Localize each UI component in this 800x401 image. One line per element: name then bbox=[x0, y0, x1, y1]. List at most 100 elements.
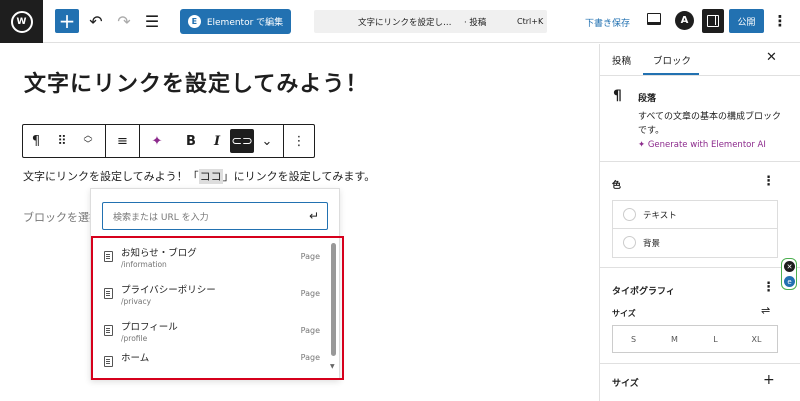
paragraph-text-after: 」にリンクを設定してみます。 bbox=[222, 170, 376, 183]
more-formats-chevron-icon[interactable]: ⌄ bbox=[254, 127, 280, 155]
suggestion-type: Page bbox=[300, 289, 320, 298]
typography-title: タイポグラフィ bbox=[612, 287, 675, 297]
paragraph-icon[interactable]: ¶ bbox=[23, 127, 49, 155]
suggestion-item[interactable]: プロフィール /profile Page bbox=[98, 314, 320, 348]
color-options-icon[interactable]: ⋮ bbox=[762, 174, 775, 189]
block-name: 段落 bbox=[638, 94, 657, 104]
color-title: 色 bbox=[612, 181, 622, 191]
paragraph-block[interactable]: 文字にリンクを設定してみよう！「ココ」にリンクを設定してみます。 bbox=[23, 168, 375, 184]
dimensions-title: サイズ bbox=[612, 379, 639, 389]
block-description: すべての文章の基本の構成ブロックです。 bbox=[638, 112, 782, 136]
save-draft-button[interactable]: 下書き保存 bbox=[585, 16, 630, 29]
suggestion-path: /information bbox=[121, 260, 167, 269]
generate-ai-link[interactable]: ✦ Generate with Elementor AI bbox=[638, 140, 766, 150]
block-options-icon[interactable]: ⋮ bbox=[286, 127, 312, 155]
align-group: ≡ bbox=[106, 125, 140, 157]
floating-widget: ✕ e bbox=[781, 258, 797, 290]
typography-options-icon[interactable]: ⋮ bbox=[762, 280, 775, 295]
suggestion-type: Page bbox=[300, 252, 320, 261]
suggestion-path: /privacy bbox=[121, 297, 152, 306]
size-option[interactable]: M bbox=[654, 326, 695, 352]
link-icon[interactable]: ⊂⊃ bbox=[230, 129, 254, 153]
widget-logo-icon[interactable]: e bbox=[784, 276, 795, 287]
scroll-down-icon[interactable]: ▼ bbox=[330, 363, 335, 370]
bold-icon[interactable]: B bbox=[178, 127, 204, 155]
add-block-button[interactable]: + bbox=[55, 9, 79, 33]
publish-button[interactable]: 公開 bbox=[729, 9, 764, 33]
astra-icon[interactable]: A bbox=[675, 11, 694, 30]
ai-sparkle-icon[interactable]: ✦ bbox=[144, 127, 170, 155]
block-toolbar: ¶ ⠿ ︿ ﹀ ≡ ✦ B I ⊂⊃ ⌄ ⋮ bbox=[22, 124, 315, 158]
paragraph-text-before: 文字にリンクを設定してみよう！「 bbox=[23, 170, 199, 183]
color-text-row[interactable]: テキスト bbox=[613, 201, 777, 229]
generate-ai-label: Generate with Elementor AI bbox=[647, 140, 766, 150]
close-icon[interactable]: ✕ bbox=[766, 50, 777, 65]
typography-panel: タイポグラフィ ⋮ サイズ ⇌ S M L XL bbox=[600, 268, 800, 364]
document-type: · 投稿 bbox=[464, 17, 487, 28]
align-icon[interactable]: ≡ bbox=[110, 127, 136, 155]
color-background-row[interactable]: 背景 bbox=[613, 229, 777, 257]
page-icon bbox=[104, 325, 113, 336]
preview-icon[interactable] bbox=[647, 13, 661, 25]
size-option[interactable]: L bbox=[695, 326, 736, 352]
suggestion-title: プロフィール bbox=[121, 322, 178, 333]
link-search-input[interactable]: 検索または URL を入力 ↵ bbox=[102, 202, 328, 230]
page-icon bbox=[104, 288, 113, 299]
color-label: テキスト bbox=[643, 211, 677, 221]
format-group: ✦ B I ⊂⊃ ⌄ bbox=[140, 125, 284, 157]
color-settings-box: テキスト 背景 bbox=[612, 200, 778, 258]
site-logo-button[interactable]: W bbox=[0, 0, 43, 43]
wordpress-icon: W bbox=[10, 10, 33, 33]
list-view-icon[interactable]: ☰ bbox=[140, 9, 164, 33]
elementor-label: Elementor で編集 bbox=[206, 18, 284, 28]
settings-sidebar: 投稿 ブロック ✕ ¶ 段落 すべての文章の基本の構成ブロックです。 ✦ Gen… bbox=[599, 44, 800, 401]
elementor-icon: E bbox=[187, 15, 201, 28]
link-search-placeholder: 検索または URL を入力 bbox=[113, 212, 209, 223]
size-option[interactable]: XL bbox=[736, 326, 777, 352]
settings-panel-icon[interactable] bbox=[702, 9, 724, 33]
undo-icon[interactable]: ↶ bbox=[84, 9, 108, 33]
suggestion-type: Page bbox=[300, 326, 320, 335]
close-widget-icon[interactable]: ✕ bbox=[784, 261, 795, 272]
block-card: ¶ 段落 すべての文章の基本の構成ブロックです。 ✦ Generate with… bbox=[600, 76, 800, 162]
selected-text: ココ bbox=[198, 169, 223, 184]
color-panel: 色 ⋮ テキスト 背景 bbox=[600, 162, 800, 268]
suggestion-title: お知らせ・ブログ bbox=[121, 248, 197, 259]
redo-icon[interactable]: ↷ bbox=[112, 9, 136, 33]
italic-icon[interactable]: I bbox=[204, 127, 230, 155]
block-placeholder[interactable]: ブロックを選択 bbox=[23, 209, 91, 225]
sidebar-tabs: 投稿 ブロック ✕ bbox=[600, 44, 800, 76]
suggestion-type: Page bbox=[300, 353, 320, 362]
document-title: 文字にリンクを設定し… bbox=[358, 17, 452, 28]
post-heading[interactable]: 文字にリンクを設定してみよう！ bbox=[24, 66, 368, 98]
suggestion-title: プライバシーポリシー bbox=[121, 285, 216, 296]
move-up-down-icon[interactable]: ︿ ﹀ bbox=[75, 127, 101, 155]
document-bar[interactable]: 文字にリンクを設定し… · 投稿 Ctrl+K bbox=[314, 10, 547, 33]
suggestions-scrollbar[interactable] bbox=[331, 243, 336, 356]
edit-with-elementor-button[interactable]: E Elementor で編集 bbox=[180, 9, 291, 34]
font-size-label: サイズ bbox=[612, 309, 636, 318]
suggestion-item[interactable]: ホーム Page bbox=[98, 345, 320, 379]
drag-handle-icon[interactable]: ⠿ bbox=[49, 127, 75, 155]
suggestion-path: /profile bbox=[121, 334, 148, 343]
tab-post[interactable]: 投稿 bbox=[612, 53, 631, 67]
dimensions-panel: サイズ + bbox=[600, 364, 800, 401]
block-type-group: ¶ ⠿ ︿ ﹀ bbox=[23, 125, 106, 157]
suggestion-title: ホーム bbox=[121, 353, 150, 364]
color-swatch bbox=[623, 236, 636, 249]
command-shortcut: Ctrl+K bbox=[517, 17, 544, 26]
custom-size-icon[interactable]: ⇌ bbox=[761, 304, 770, 317]
color-swatch bbox=[623, 208, 636, 221]
options-icon[interactable]: ⋮ bbox=[770, 11, 790, 31]
submit-link-icon[interactable]: ↵ bbox=[309, 209, 319, 223]
suggestion-item[interactable]: お知らせ・ブログ /information Page bbox=[98, 240, 320, 274]
editor-top-bar: W + ↶ ↷ ☰ E Elementor で編集 文字にリンクを設定し… · … bbox=[0, 0, 800, 43]
tab-block[interactable]: ブロック bbox=[653, 53, 691, 67]
active-tab-indicator bbox=[643, 73, 699, 75]
more-group: ⋮ bbox=[284, 125, 314, 157]
size-option[interactable]: S bbox=[613, 326, 654, 352]
font-size-picker: S M L XL bbox=[612, 325, 778, 353]
color-label: 背景 bbox=[643, 239, 661, 249]
suggestion-item[interactable]: プライバシーポリシー /privacy Page bbox=[98, 277, 320, 311]
add-dimension-icon[interactable]: + bbox=[763, 372, 775, 388]
